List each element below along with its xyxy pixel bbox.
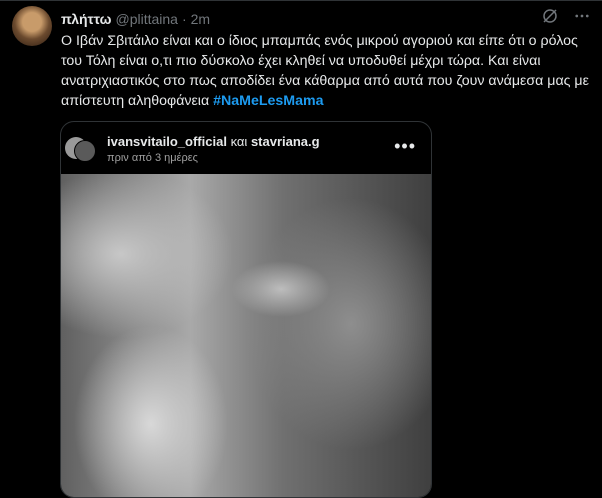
embed-connector: και [230, 134, 248, 149]
display-name[interactable]: πλήττω [61, 11, 111, 27]
tweet[interactable]: πλήττω @plittaina · 2m Ο Ιβάν Σβιτάιλο ε… [0, 0, 602, 498]
tweet-actions-top [540, 7, 592, 27]
embed-time: πριν από 3 ημέρες [107, 152, 198, 164]
embed-user-2[interactable]: stavriana.g [251, 134, 320, 149]
separator: · [181, 11, 187, 27]
grok-icon[interactable] [540, 7, 560, 27]
embed-users: ivansvitailo_official και stavriana.g [107, 134, 320, 149]
tweet-body: Ο Ιβάν Σβιτάιλο είναι και ο ίδιος μπαμπά… [61, 33, 589, 109]
embed-avatar-2[interactable] [74, 140, 96, 162]
avatar[interactable] [12, 6, 52, 46]
embed-photo[interactable] [61, 174, 431, 497]
timestamp[interactable]: 2m [191, 11, 210, 27]
embedded-post[interactable]: ivansvitailo_official και stavriana.g πρ… [60, 121, 432, 498]
more-icon[interactable] [572, 7, 592, 27]
tweet-header: πλήττω @plittaina · 2m [61, 9, 210, 29]
embed-header: ivansvitailo_official και stavriana.g πρ… [61, 122, 431, 174]
embed-user-1[interactable]: ivansvitailo_official [107, 134, 227, 149]
handle[interactable]: @plittaina [115, 11, 177, 27]
embed-more-icon[interactable]: ••• [394, 136, 416, 157]
hashtag-link[interactable]: #NaMeLesMama [213, 93, 323, 109]
tweet-text: Ο Ιβάν Σβιτάιλο είναι και ο ίδιος μπαμπά… [61, 31, 591, 111]
